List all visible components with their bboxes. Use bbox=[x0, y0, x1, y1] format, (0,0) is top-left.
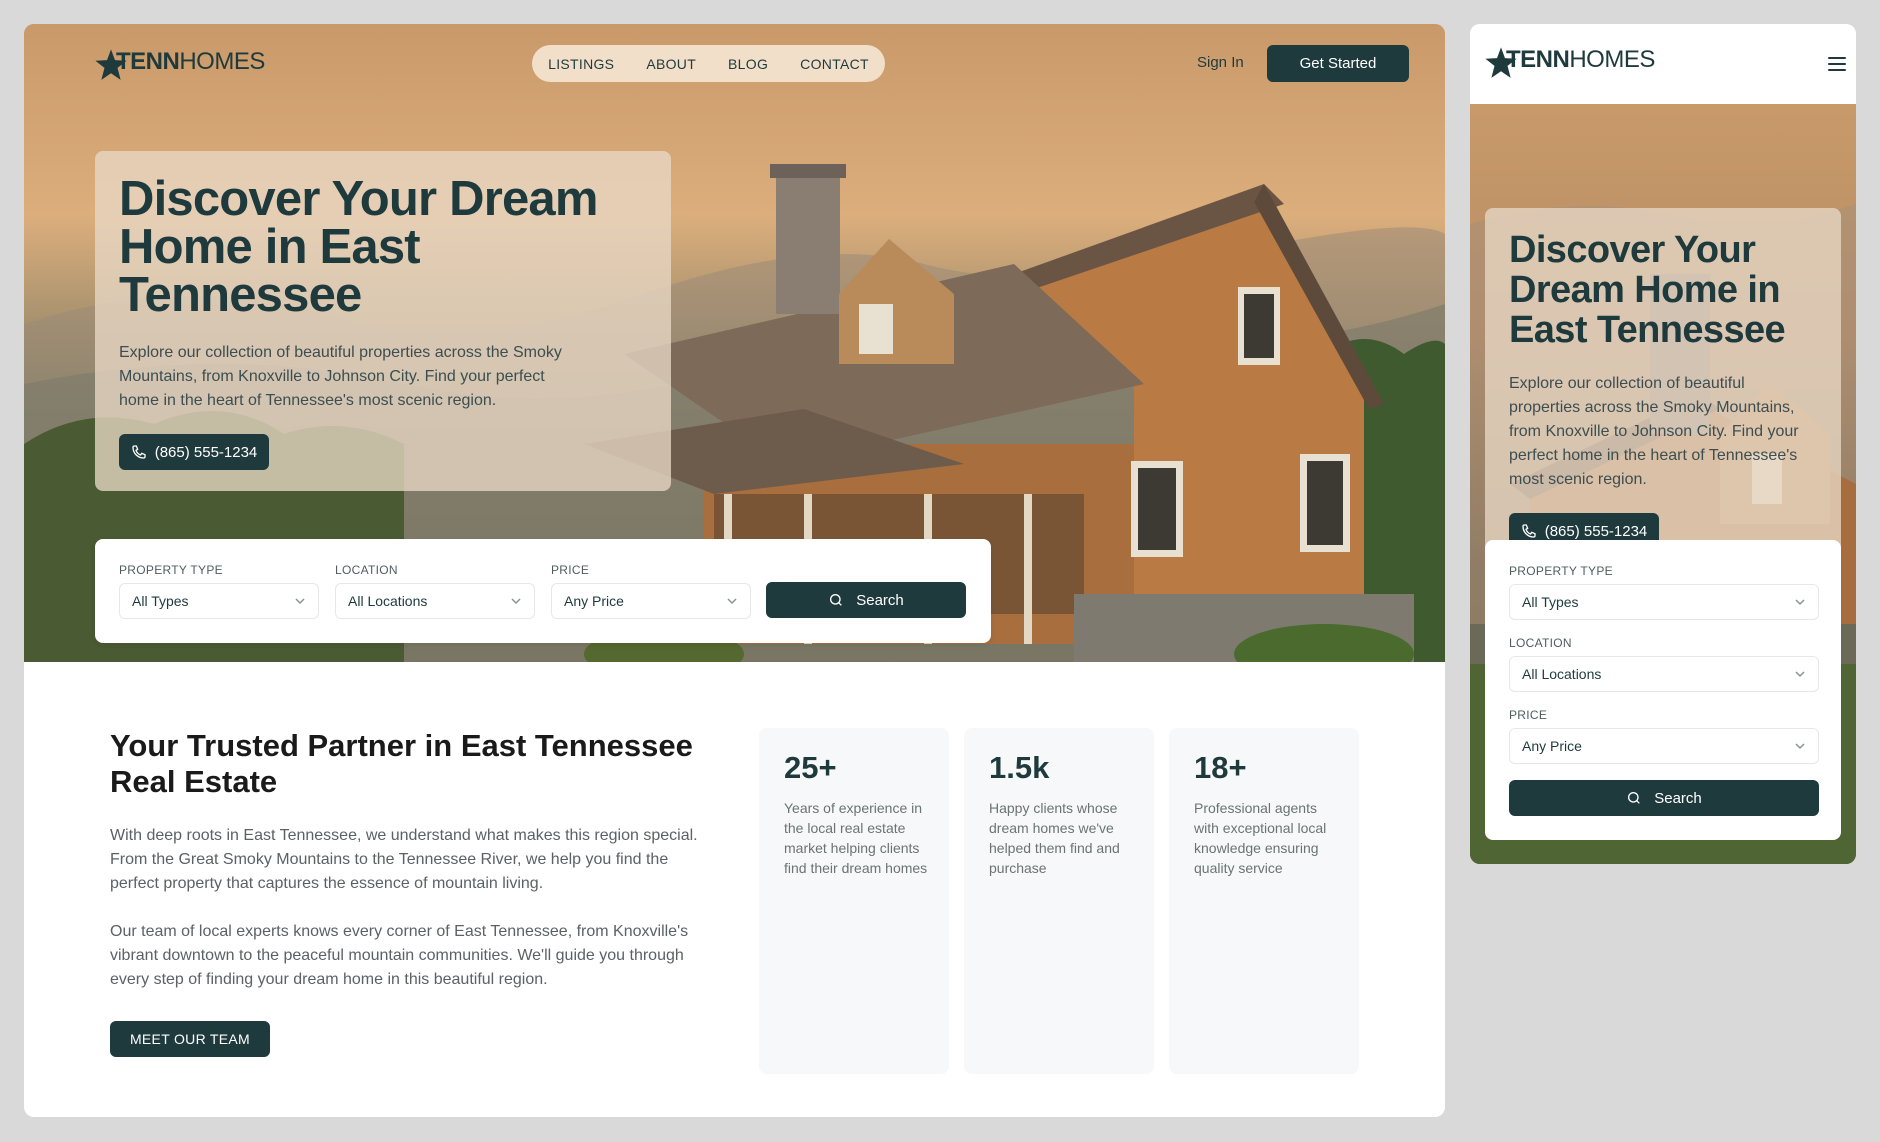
logo-regular-text: HOMES bbox=[179, 48, 265, 75]
nav-link-blog[interactable]: BLOG bbox=[728, 56, 768, 72]
property-type-field: PROPERTY TYPE All Types bbox=[119, 563, 319, 619]
about-paragraph-1: With deep roots in East Tennessee, we un… bbox=[110, 827, 698, 892]
logo-bold-text: TENN bbox=[1506, 46, 1570, 73]
property-type-select[interactable]: All Types bbox=[119, 583, 319, 619]
price-value: Any Price bbox=[1522, 738, 1582, 754]
chevron-down-icon bbox=[511, 598, 521, 605]
chevron-down-icon bbox=[1795, 743, 1805, 750]
price-value: Any Price bbox=[564, 593, 624, 609]
desktop-preview: TENN HOMES LISTINGS ABOUT BLOG CONTACT Si… bbox=[24, 24, 1445, 1117]
hero-title: Discover Your Dream Home in East Tenness… bbox=[1509, 229, 1786, 351]
about-section: Your Trusted Partner in East Tennessee R… bbox=[110, 728, 720, 1057]
get-started-button[interactable]: Get Started bbox=[1267, 45, 1409, 82]
stat-description: Years of experience in the local real es… bbox=[784, 800, 928, 876]
nav-link-listings[interactable]: LISTINGS bbox=[548, 56, 614, 72]
phone-number: (865) 555-1234 bbox=[1544, 522, 1648, 540]
price-label: PRICE bbox=[551, 563, 590, 577]
logo-regular-text: HOMES bbox=[1569, 46, 1655, 73]
hero-description: Explore our collection of beautiful prop… bbox=[119, 344, 562, 409]
about-title: Your Trusted Partner in East Tennessee R… bbox=[110, 728, 693, 799]
mobile-hero-card: Discover Your Dream Home in East Tenness… bbox=[1485, 208, 1841, 570]
stat-card-clients: 1.5k Happy clients whose dream homes we'… bbox=[964, 728, 1154, 1074]
meet-our-team-button[interactable]: MEET OUR TEAM bbox=[110, 1021, 270, 1057]
mobile-search-panel: PROPERTY TYPE All Types LOCATION All Loc… bbox=[1485, 540, 1841, 840]
stat-description: Professional agents with exceptional loc… bbox=[1194, 800, 1327, 876]
chevron-down-icon bbox=[295, 598, 305, 605]
property-type-label: PROPERTY TYPE bbox=[119, 563, 223, 577]
phone-icon bbox=[1522, 524, 1536, 538]
logo-bold-text: TENN bbox=[116, 48, 180, 75]
location-label: LOCATION bbox=[335, 563, 398, 577]
hero-section: TENN HOMES LISTINGS ABOUT BLOG CONTACT Si… bbox=[24, 24, 1445, 662]
stat-value: 25+ bbox=[784, 750, 837, 785]
mobile-preview: TENN HOMES Discover Your Dream Home in Ea… bbox=[1470, 24, 1856, 864]
sign-in-link[interactable]: Sign In bbox=[1197, 54, 1244, 71]
search-icon bbox=[830, 594, 843, 606]
stat-value: 1.5k bbox=[989, 750, 1050, 785]
property-search-panel: PROPERTY TYPE All Types LOCATION All Loc… bbox=[95, 539, 991, 643]
location-select[interactable]: All Locations bbox=[335, 583, 535, 619]
price-field: PRICE Any Price bbox=[551, 563, 751, 619]
stat-value: 18+ bbox=[1194, 750, 1247, 785]
brand-logo[interactable]: TENN HOMES bbox=[94, 42, 265, 82]
nav-link-contact[interactable]: CONTACT bbox=[800, 56, 869, 72]
hamburger-menu-icon[interactable] bbox=[1828, 57, 1846, 71]
search-icon bbox=[1628, 792, 1641, 804]
stat-card-experience: 25+ Years of experience in the local rea… bbox=[759, 728, 949, 1074]
search-button[interactable]: Search bbox=[1509, 780, 1819, 816]
hero-title: Discover Your Dream Home in East Tenness… bbox=[119, 172, 598, 322]
location-field: LOCATION All Locations bbox=[335, 563, 535, 619]
nav-link-about[interactable]: ABOUT bbox=[646, 56, 696, 72]
property-type-field: PROPERTY TYPE All Types bbox=[1509, 564, 1819, 620]
location-value: All Locations bbox=[1522, 666, 1602, 682]
property-type-select[interactable]: All Types bbox=[1509, 584, 1819, 620]
hero-description: Explore our collection of beautiful prop… bbox=[1509, 375, 1799, 488]
search-button-label: Search bbox=[1654, 789, 1702, 807]
brand-logo[interactable]: TENN HOMES bbox=[1484, 40, 1655, 80]
price-select[interactable]: Any Price bbox=[551, 583, 751, 619]
location-value: All Locations bbox=[348, 593, 428, 609]
phone-icon bbox=[132, 445, 146, 459]
stat-description: Happy clients whose dream homes we've he… bbox=[989, 800, 1120, 876]
stat-card-agents: 18+ Professional agents with exceptional… bbox=[1169, 728, 1359, 1074]
chevron-down-icon bbox=[1795, 671, 1805, 678]
property-type-label: PROPERTY TYPE bbox=[1509, 564, 1613, 578]
nav-menu: LISTINGS ABOUT BLOG CONTACT bbox=[532, 45, 885, 82]
location-label: LOCATION bbox=[1509, 636, 1572, 650]
property-type-value: All Types bbox=[132, 593, 189, 609]
about-paragraph-2: Our team of local experts knows every co… bbox=[110, 923, 689, 988]
phone-number: (865) 555-1234 bbox=[154, 443, 258, 461]
search-button[interactable]: Search bbox=[766, 582, 966, 618]
hero-card: Discover Your Dream Home in East Tenness… bbox=[95, 151, 671, 491]
phone-button[interactable]: (865) 555-1234 bbox=[119, 434, 269, 470]
location-select[interactable]: All Locations bbox=[1509, 656, 1819, 692]
mobile-header: TENN HOMES bbox=[1470, 24, 1856, 104]
property-type-value: All Types bbox=[1522, 594, 1579, 610]
price-field: PRICE Any Price bbox=[1509, 708, 1819, 764]
top-navigation: TENN HOMES LISTINGS ABOUT BLOG CONTACT Si… bbox=[24, 24, 1445, 104]
price-select[interactable]: Any Price bbox=[1509, 728, 1819, 764]
search-button-label: Search bbox=[856, 591, 904, 609]
location-field: LOCATION All Locations bbox=[1509, 636, 1819, 692]
chevron-down-icon bbox=[1795, 599, 1805, 606]
price-label: PRICE bbox=[1509, 708, 1548, 722]
chevron-down-icon bbox=[727, 598, 737, 605]
